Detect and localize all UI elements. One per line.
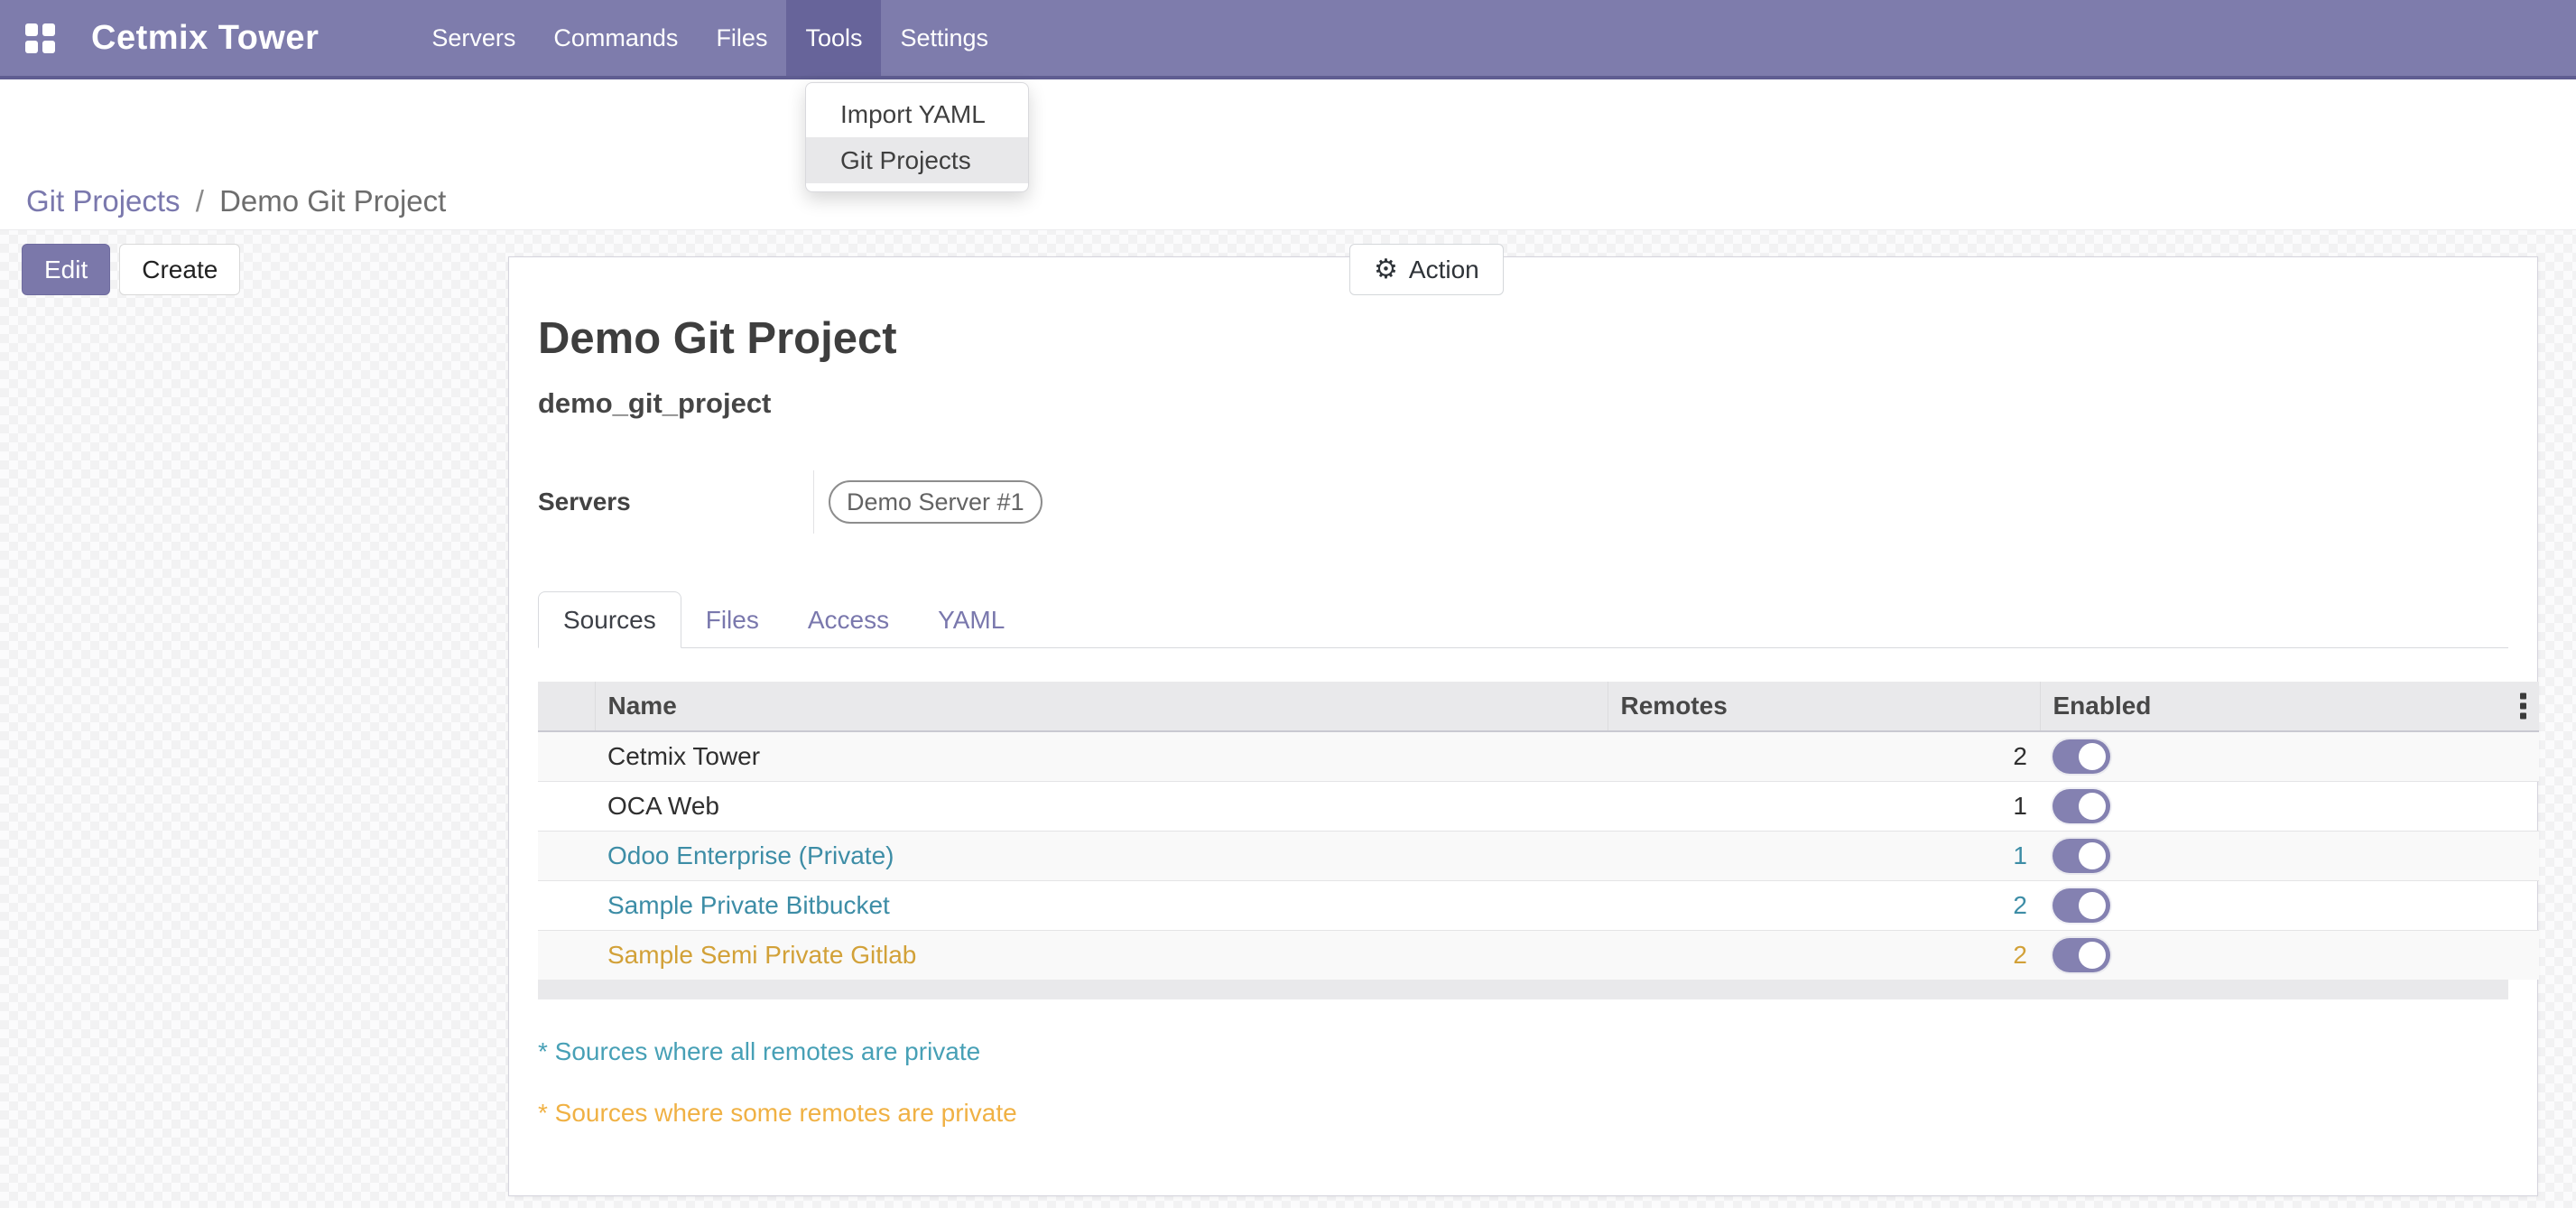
toggle-knob xyxy=(2079,793,2106,820)
action-button-label: Action xyxy=(1409,256,1479,284)
enabled-toggle[interactable] xyxy=(2052,839,2110,873)
table-row[interactable]: OCA Web 1 xyxy=(538,781,2539,831)
breadcrumb: Git Projects / Demo Git Project xyxy=(26,184,446,218)
remotes-count: 2 xyxy=(1608,880,2040,930)
table-header-row: Name Remotes Enabled xyxy=(538,682,2539,731)
form-buttons: Edit Create xyxy=(22,244,240,295)
remotes-count: 2 xyxy=(1608,731,2040,781)
remotes-column-header[interactable]: Remotes xyxy=(1608,682,2040,731)
edit-button[interactable]: Edit xyxy=(22,244,110,295)
sources-list: Name Remotes Enabled Cetmix Tower 2 xyxy=(538,682,2508,999)
apps-menu-button[interactable] xyxy=(0,0,80,76)
enabled-toggle[interactable] xyxy=(2052,789,2110,823)
toggle-knob xyxy=(2079,942,2106,969)
menu-item-servers[interactable]: Servers xyxy=(412,0,534,76)
source-name: Sample Semi Private Gitlab xyxy=(595,930,1608,980)
remotes-count: 1 xyxy=(1608,831,2040,880)
menu-item-files[interactable]: Files xyxy=(697,0,786,76)
toggle-knob xyxy=(2079,743,2106,770)
top-navbar: Cetmix Tower Servers Commands Files Tool… xyxy=(0,0,2576,79)
enabled-toggle[interactable] xyxy=(2052,888,2110,923)
dropdown-item-import-yaml[interactable]: Import YAML xyxy=(806,91,1028,137)
create-button[interactable]: Create xyxy=(119,244,240,295)
list-footer-strip xyxy=(538,980,2508,999)
brand-title[interactable]: Cetmix Tower xyxy=(80,0,355,76)
handle-column-header xyxy=(538,682,595,731)
record-technical-name: demo_git_project xyxy=(538,387,2508,420)
tab-access[interactable]: Access xyxy=(783,591,913,648)
table-row[interactable]: Cetmix Tower 2 xyxy=(538,731,2539,781)
dropdown-item-git-projects[interactable]: Git Projects xyxy=(806,137,1028,183)
toggle-knob xyxy=(2079,892,2106,919)
servers-field-row: Servers Demo Server #1 xyxy=(538,470,2508,534)
field-separator xyxy=(813,470,814,534)
column-options-icon[interactable] xyxy=(2520,693,2526,720)
apps-grid-icon xyxy=(25,23,55,53)
tab-yaml[interactable]: YAML xyxy=(913,591,1029,648)
menu-item-settings[interactable]: Settings xyxy=(881,0,1007,76)
legend-note-private: * Sources where all remotes are private xyxy=(538,1037,2508,1066)
breadcrumb-parent-link[interactable]: Git Projects xyxy=(26,184,181,218)
enabled-column-header[interactable]: Enabled xyxy=(2040,682,2539,731)
tools-dropdown-menu: Import YAML Git Projects xyxy=(805,82,1029,192)
servers-field-label: Servers xyxy=(538,488,813,516)
breadcrumb-separator: / xyxy=(189,184,211,218)
main-menu: Servers Commands Files Tools Settings xyxy=(412,0,1007,76)
toggle-knob xyxy=(2079,842,2106,869)
source-name: Odoo Enterprise (Private) xyxy=(595,831,1608,880)
form-sheet: Demo Git Project demo_git_project Server… xyxy=(508,256,2538,1196)
tab-sources[interactable]: Sources xyxy=(538,591,681,648)
enabled-toggle[interactable] xyxy=(2052,938,2110,972)
source-name: Sample Private Bitbucket xyxy=(595,880,1608,930)
breadcrumb-current: Demo Git Project xyxy=(219,184,446,218)
menu-item-tools[interactable]: Tools xyxy=(786,0,881,76)
server-tag: Demo Server #1 xyxy=(829,480,1042,524)
source-name: Cetmix Tower xyxy=(595,731,1608,781)
notebook-tabs: Sources Files Access YAML xyxy=(538,591,2508,648)
action-menu-button[interactable]: ⚙ Action xyxy=(1349,244,1504,295)
source-name: OCA Web xyxy=(595,781,1608,831)
gear-icon: ⚙ xyxy=(1374,256,1398,283)
tab-files[interactable]: Files xyxy=(681,591,783,648)
legend-note-semi-private: * Sources where some remotes are private xyxy=(538,1099,2508,1128)
table-row[interactable]: Odoo Enterprise (Private) 1 xyxy=(538,831,2539,880)
table-row[interactable]: Sample Private Bitbucket 2 xyxy=(538,880,2539,930)
control-panel: Git Projects / Demo Git Project Edit Cre… xyxy=(0,79,2576,230)
enabled-toggle[interactable] xyxy=(2052,739,2110,774)
name-column-header[interactable]: Name xyxy=(595,682,1608,731)
remotes-count: 1 xyxy=(1608,781,2040,831)
record-title: Demo Git Project xyxy=(538,313,2508,364)
table-row[interactable]: Sample Semi Private Gitlab 2 xyxy=(538,930,2539,980)
menu-item-commands[interactable]: Commands xyxy=(534,0,697,76)
app-window: Cetmix Tower Servers Commands Files Tool… xyxy=(0,0,2576,1208)
remotes-count: 2 xyxy=(1608,930,2040,980)
